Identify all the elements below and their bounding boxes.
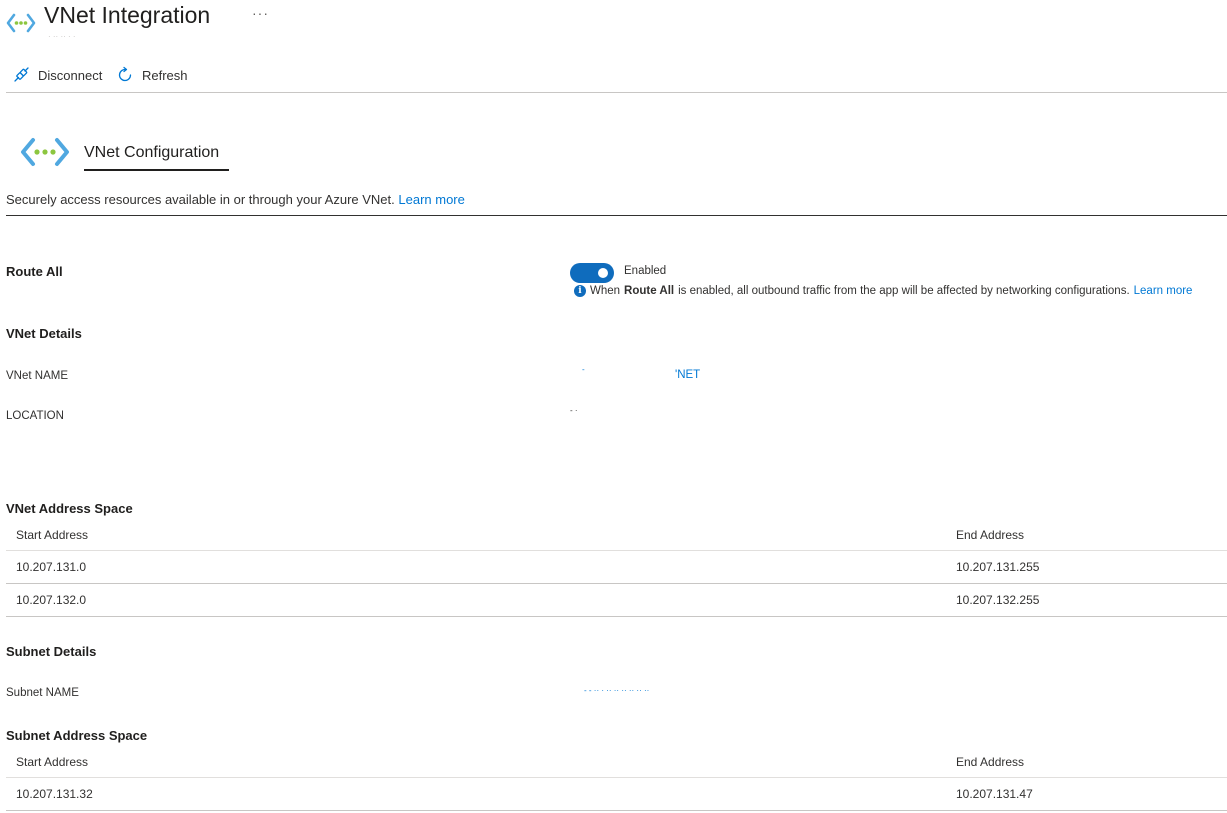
- route-learn-more-link[interactable]: Learn more: [1134, 285, 1193, 297]
- more-options-button[interactable]: ···: [252, 5, 269, 21]
- vnet-address-space-heading: VNet Address Space: [6, 501, 133, 516]
- subnet-name-label: Subnet NAME: [6, 687, 79, 699]
- info-icon: i: [574, 285, 586, 297]
- end-address-cell: 10.207.132.255: [956, 593, 1040, 607]
- toggle-knob: [598, 268, 608, 278]
- subnet-address-table: Start Address End Address 10.207.131.32 …: [6, 747, 1227, 811]
- refresh-button[interactable]: Refresh: [116, 64, 188, 86]
- learn-more-link[interactable]: Learn more: [398, 192, 464, 207]
- column-header-start: Start Address: [16, 528, 89, 542]
- column-header-end: End Address: [956, 755, 1025, 769]
- refresh-label: Refresh: [142, 67, 188, 83]
- start-address-cell: 10.207.132.0: [16, 593, 87, 607]
- refresh-icon: [118, 66, 132, 82]
- column-header-end: End Address: [956, 528, 1025, 542]
- page-subtitle: · ·· ·· · ·: [48, 32, 76, 41]
- toolbar-divider: [6, 92, 1227, 93]
- vnet-address-table: Start Address End Address 10.207.131.0 1…: [6, 520, 1227, 617]
- tab-active-indicator: [84, 169, 229, 171]
- vnet-icon: [6, 13, 36, 33]
- subnet-address-space-heading: Subnet Address Space: [6, 728, 148, 743]
- page-title: VNet Integration: [44, 2, 211, 28]
- location-value: - ·: [570, 406, 578, 415]
- start-address-cell: 10.207.131.32: [16, 787, 93, 801]
- route-info-suffix: is enabled, all outbound traffic from th…: [678, 285, 1130, 297]
- disconnect-label: Disconnect: [38, 67, 103, 83]
- route-info-bold: Route All: [624, 285, 675, 297]
- config-description-text: Securely access resources available in o…: [6, 192, 395, 207]
- vnet-name-fragment[interactable]: -: [582, 365, 585, 374]
- location-label: LOCATION: [6, 410, 64, 422]
- end-address-cell: 10.207.131.47: [956, 787, 1033, 801]
- route-info-prefix: When: [590, 285, 621, 297]
- vnet-name-link[interactable]: 'NET: [675, 369, 700, 381]
- route-all-label: Route All: [6, 264, 63, 279]
- subnet-name-link[interactable]: - - ·· · ·· ·· ·· ·· ·· ··: [584, 686, 649, 695]
- disconnect-icon: [14, 67, 29, 82]
- table-header-row: Start Address End Address: [6, 520, 1227, 551]
- route-all-info: i When Route All is enabled, all outboun…: [574, 285, 1192, 297]
- vnet-details-heading: VNet Details: [6, 326, 82, 341]
- vnet-config-icon: [21, 138, 69, 166]
- subnet-details-heading: Subnet Details: [6, 644, 97, 659]
- table-row: 10.207.132.0 10.207.132.255: [6, 584, 1227, 617]
- table-header-row: Start Address End Address: [6, 747, 1227, 778]
- vnet-name-label: VNet NAME: [6, 370, 68, 382]
- column-header-start: Start Address: [16, 755, 89, 769]
- route-all-state: Enabled: [624, 265, 667, 277]
- disconnect-button[interactable]: Disconnect: [12, 64, 102, 86]
- tab-vnet-configuration[interactable]: VNet Configuration: [84, 144, 219, 162]
- table-row: 10.207.131.32 10.207.131.47: [6, 778, 1227, 811]
- section-divider: [6, 215, 1227, 216]
- table-row: 10.207.131.0 10.207.131.255: [6, 551, 1227, 584]
- end-address-cell: 10.207.131.255: [956, 560, 1040, 574]
- start-address-cell: 10.207.131.0: [16, 560, 87, 574]
- config-description: Securely access resources available in o…: [6, 192, 465, 207]
